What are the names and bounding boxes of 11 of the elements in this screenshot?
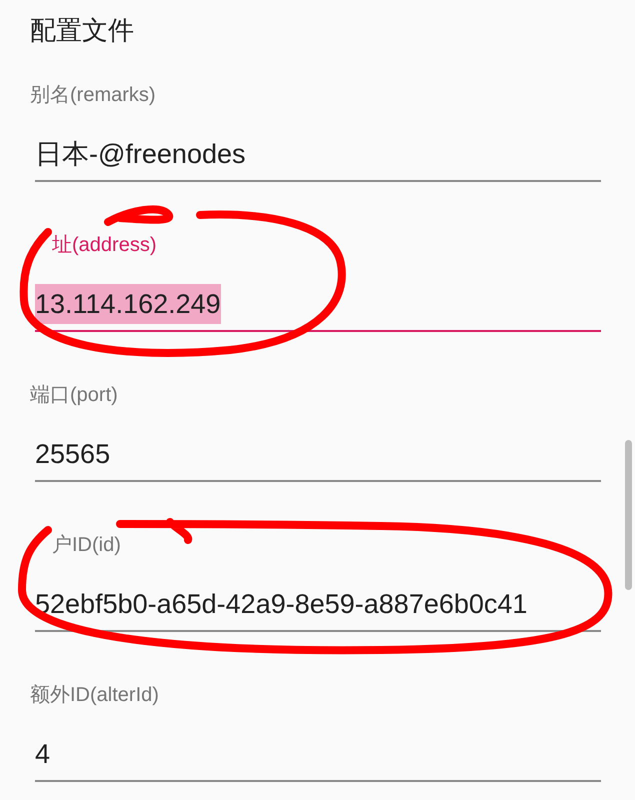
- input-field[interactable]: 日本-@freenodes: [35, 110, 601, 182]
- field-label: 址(address): [52, 233, 156, 258]
- input-field[interactable]: 13.114.162.249: [35, 260, 601, 332]
- field-label: 别名(remarks): [30, 83, 156, 108]
- input-field[interactable]: 52ebf5b0-a65d-42a9-8e59-a887e6b0c41: [35, 560, 601, 632]
- input-field[interactable]: 4: [35, 710, 601, 782]
- input-field[interactable]: 25565: [35, 410, 601, 482]
- field-label: 端口(port): [30, 383, 118, 408]
- field-label: 额外ID(alterId): [30, 683, 159, 708]
- field-label: 户ID(id): [52, 533, 121, 558]
- screen-title: 配置文件: [30, 14, 134, 46]
